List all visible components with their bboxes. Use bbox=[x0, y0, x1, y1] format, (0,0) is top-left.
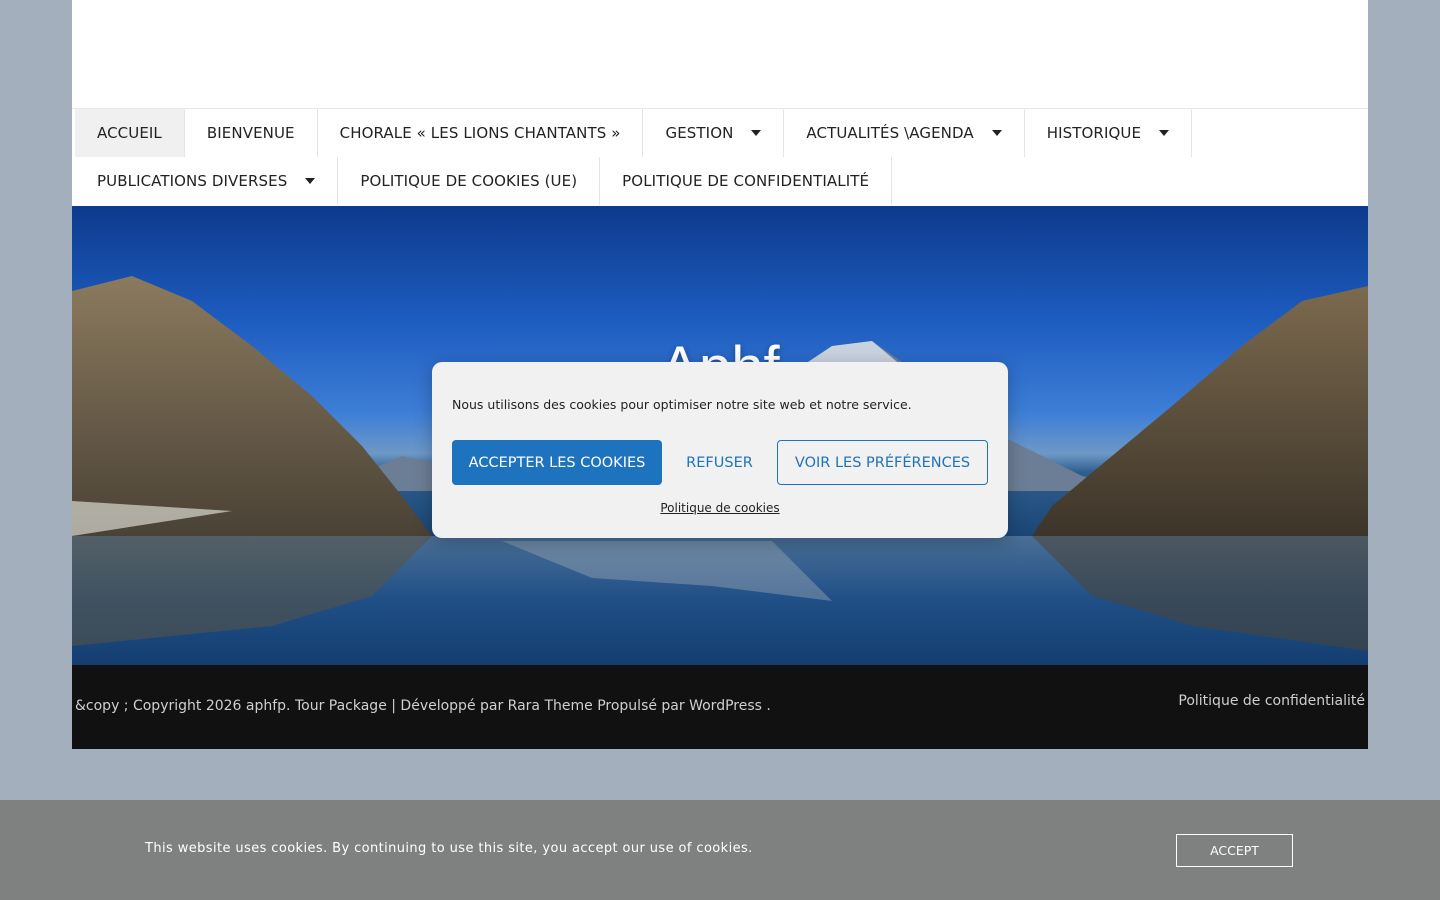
nav-item-publications[interactable]: PUBLICATIONS DIVERSES bbox=[75, 157, 339, 205]
nav-item-bienvenue[interactable]: BIENVENUE bbox=[185, 109, 318, 157]
accept-cookies-button[interactable]: ACCEPTER LES COOKIES bbox=[452, 440, 662, 485]
deny-cookies-button[interactable]: REFUSER bbox=[672, 440, 767, 485]
cookie-policy-link[interactable]: Politique de cookies bbox=[432, 501, 1008, 515]
cookie-consent-message: Nous utilisons des cookies pour optimise… bbox=[452, 397, 912, 412]
nav-item-label: ACTUALITÉS \AGENDA bbox=[806, 124, 974, 142]
site-footer: &copy ; Copyright 2026 aphfp. Tour Packa… bbox=[72, 665, 1368, 749]
cookie-notice-accept-button[interactable]: ACCEPT bbox=[1176, 834, 1293, 867]
nav-item-politique-cookies[interactable]: POLITIQUE DE COOKIES (UE) bbox=[338, 157, 601, 205]
nav-item-label: GESTION bbox=[665, 124, 734, 142]
nav-item-gestion[interactable]: GESTION bbox=[643, 109, 785, 157]
nav-item-label: BIENVENUE bbox=[206, 124, 295, 142]
view-preferences-button[interactable]: VOIR LES PRÉFÉRENCES bbox=[777, 440, 988, 485]
nav-item-politique-confidentialite[interactable]: POLITIQUE DE CONFIDENTIALITÉ bbox=[600, 157, 893, 205]
nav-item-label: ACCUEIL bbox=[97, 124, 162, 142]
nav-item-accueil[interactable]: ACCUEIL bbox=[75, 109, 185, 157]
dropdown-caret-icon[interactable] bbox=[305, 178, 316, 184]
dropdown-caret-icon[interactable] bbox=[751, 130, 762, 136]
cookie-notice-message: This website uses cookies. By continuing… bbox=[145, 841, 753, 856]
site-branding bbox=[72, 0, 1368, 108]
nav-item-label: POLITIQUE DE COOKIES (UE) bbox=[360, 172, 578, 190]
main-navigation: ACCUEIL BIENVENUE CHORALE « LES LIONS CH… bbox=[72, 108, 1368, 205]
dropdown-caret-icon[interactable] bbox=[1159, 130, 1170, 136]
nav-item-label: HISTORIQUE bbox=[1046, 124, 1142, 142]
footer-privacy-link[interactable]: Politique de confidentialité bbox=[1178, 693, 1365, 709]
nav-item-chorale[interactable]: CHORALE « LES LIONS CHANTANTS » bbox=[318, 109, 644, 157]
nav-item-label: POLITIQUE DE CONFIDENTIALITÉ bbox=[622, 172, 870, 190]
nav-item-label: PUBLICATIONS DIVERSES bbox=[97, 172, 288, 190]
footer-copyright: &copy ; Copyright 2026 aphfp. Tour Packa… bbox=[75, 698, 771, 714]
cookie-notice-bar: This website uses cookies. By continuing… bbox=[0, 800, 1440, 900]
nav-item-label: CHORALE « LES LIONS CHANTANTS » bbox=[339, 124, 621, 142]
dropdown-caret-icon[interactable] bbox=[991, 130, 1002, 136]
nav-item-historique[interactable]: HISTORIQUE bbox=[1025, 109, 1193, 157]
nav-item-actualites[interactable]: ACTUALITÉS \AGENDA bbox=[784, 109, 1025, 157]
cookie-consent-modal: Nous utilisons des cookies pour optimise… bbox=[432, 362, 1008, 538]
